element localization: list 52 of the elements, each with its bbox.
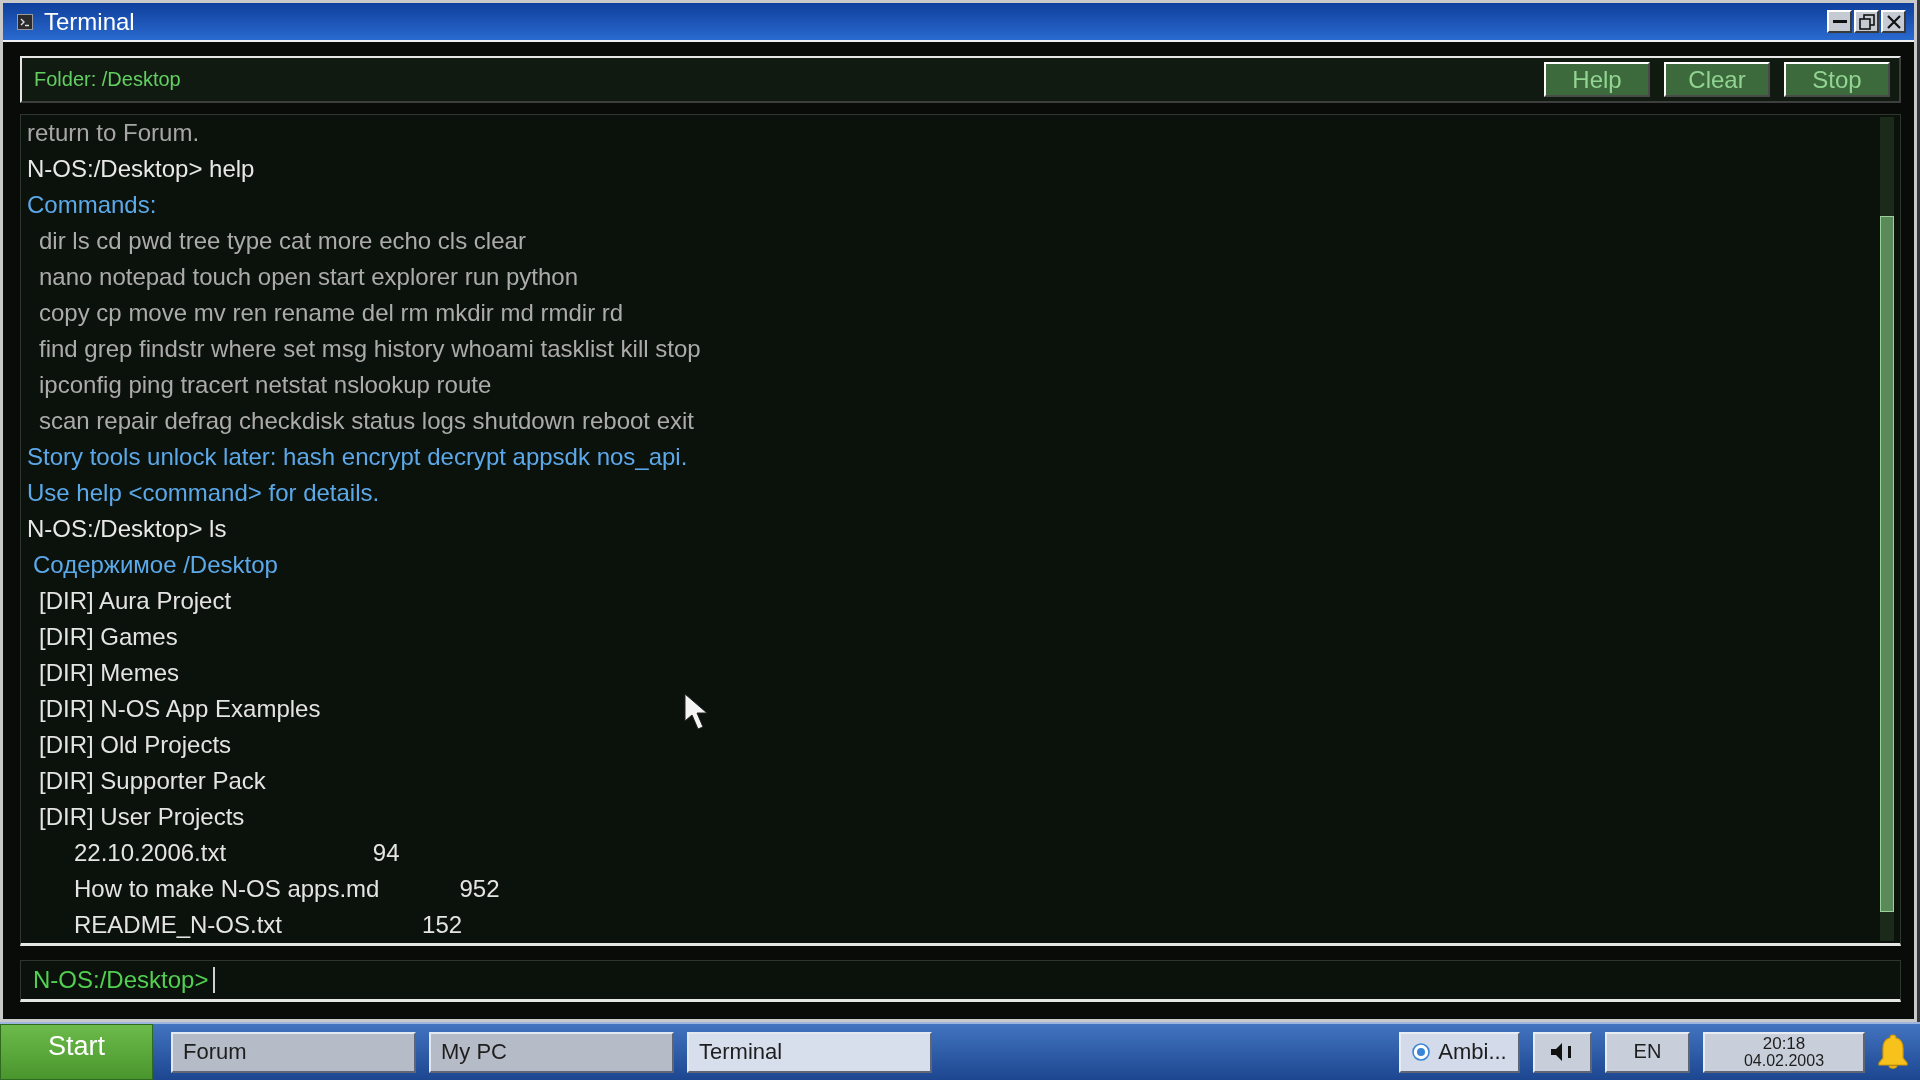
folder-path: Folder: /Desktop bbox=[34, 68, 181, 91]
command-list-line: dir ls cd pwd tree type cat more echo cls clear bbox=[39, 227, 526, 254]
directory-entry: [DIR] User Projects bbox=[39, 803, 245, 830]
directory-entry: [DIR] Old Projects bbox=[39, 731, 232, 758]
command-list-line: scan repair defrag checkdisk status logs shutdown reboot exit bbox=[39, 407, 695, 434]
scrollbar-thumb[interactable] bbox=[1880, 216, 1894, 912]
directory-entry: [DIR] Supporter Pack bbox=[39, 767, 266, 794]
command-list-line: ipconfig ping tracert netstat nslookup route bbox=[39, 371, 492, 398]
restore-icon bbox=[1858, 13, 1875, 30]
command-input[interactable]: N-OS:/Desktop> bbox=[20, 960, 1901, 1002]
bell-icon[interactable] bbox=[1878, 1034, 1908, 1070]
media-button[interactable]: Ambi... bbox=[1399, 1031, 1520, 1073]
file-size: 952 bbox=[459, 875, 500, 902]
toolbar-button[interactable]: Help bbox=[1544, 62, 1650, 97]
file-name: README_N-OS.txt bbox=[74, 911, 283, 938]
command-list-line: find grep findstr where set msg history whoami tasklist kill stop bbox=[39, 335, 701, 362]
close-button[interactable] bbox=[1881, 10, 1906, 33]
output-line: return to Forum. bbox=[27, 119, 200, 146]
clock-button[interactable]: 20:18 04.02.2003 bbox=[1703, 1031, 1865, 1073]
taskbar-button[interactable]: My PC bbox=[429, 1031, 674, 1073]
command-list-line: copy cp move mv ren rename del rm mkdir md rmdir rd bbox=[39, 299, 624, 326]
radio-button-icon bbox=[1412, 1043, 1431, 1061]
mouse-pointer-icon bbox=[684, 693, 708, 730]
directory-entry: [DIR] Memes bbox=[39, 659, 179, 686]
info-line: Commands: bbox=[27, 191, 157, 218]
file-size: 94 bbox=[372, 839, 400, 866]
file-name: 22.10.2006.txt bbox=[74, 839, 227, 866]
window-title: Terminal bbox=[44, 7, 135, 36]
directory-entry: [DIR] Aura Project bbox=[39, 587, 232, 614]
minimize-icon bbox=[1832, 20, 1847, 23]
terminal-icon bbox=[17, 13, 33, 30]
volume-button[interactable] bbox=[1533, 1031, 1592, 1073]
command-echo: N-OS:/Desktop> help bbox=[27, 155, 255, 182]
info-line: Story tools unlock later: hash encrypt decrypt appsdk nos_api. bbox=[27, 443, 688, 470]
directory-entry: [DIR] Games bbox=[39, 623, 178, 650]
restore-button[interactable] bbox=[1854, 10, 1879, 33]
taskbar-button[interactable]: Forum bbox=[171, 1031, 416, 1073]
text-cursor-icon bbox=[213, 967, 216, 993]
close-icon bbox=[1886, 14, 1901, 29]
scrollbar-track[interactable] bbox=[1880, 117, 1894, 941]
listing-heading: Содержимое /Desktop bbox=[33, 551, 278, 578]
directory-entry: [DIR] N-OS App Examples bbox=[39, 695, 321, 722]
minimize-button[interactable] bbox=[1827, 10, 1852, 33]
command-echo: N-OS:/Desktop> ls bbox=[27, 515, 227, 542]
language-button[interactable]: EN bbox=[1605, 1031, 1690, 1073]
info-line: Use help <command> for details. bbox=[27, 479, 380, 506]
toolbar-button[interactable]: Clear bbox=[1664, 62, 1770, 97]
file-size: 152 bbox=[422, 911, 463, 938]
command-list-line: nano notepad touch open start explorer run python bbox=[39, 263, 579, 290]
toolbar-button[interactable]: Stop bbox=[1784, 62, 1890, 97]
file-name: How to make N-OS apps.md bbox=[74, 875, 380, 902]
taskbar-button[interactable]: Terminal bbox=[687, 1031, 932, 1073]
